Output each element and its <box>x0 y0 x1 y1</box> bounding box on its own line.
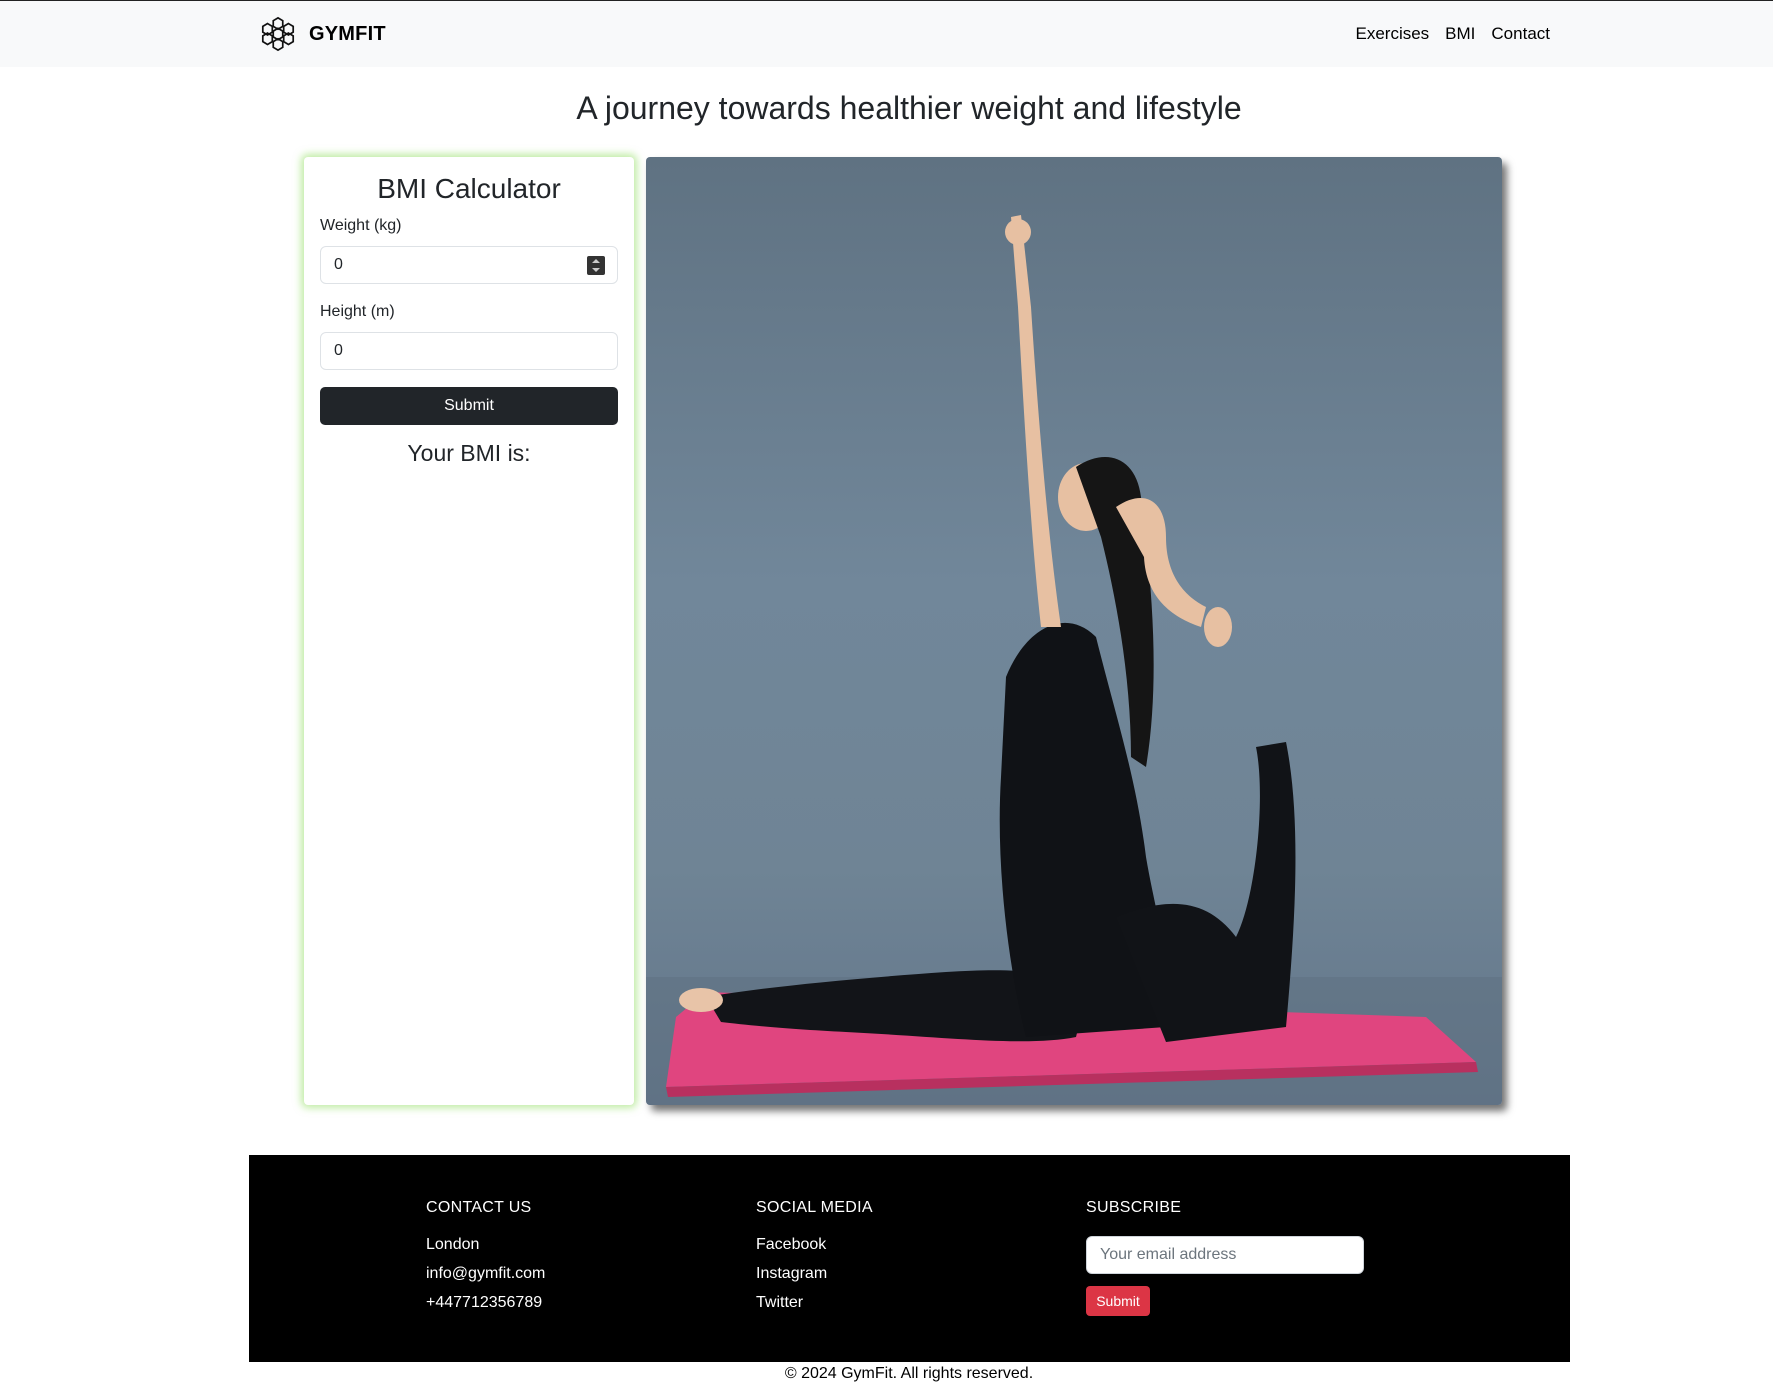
footer-contact-location: London <box>426 1236 480 1253</box>
brand-name: GYMFIT <box>309 22 386 45</box>
nav-link-bmi[interactable]: BMI <box>1445 24 1475 44</box>
weight-label: Weight (kg) <box>320 217 402 234</box>
flower-cube-logo-icon <box>261 16 295 52</box>
footer-link-instagram[interactable]: Instagram <box>756 1265 873 1284</box>
footer-contact-heading: CONTACT US <box>426 1199 532 1216</box>
footer-contact-phone[interactable]: +447712356789 <box>426 1294 545 1313</box>
page-headline: A journey towards healthier weight and l… <box>576 90 1242 126</box>
yoga-figure-illustration <box>646 215 1502 1105</box>
footer-link-facebook[interactable]: Facebook <box>756 1236 873 1255</box>
weight-input[interactable]: 0 <box>320 246 618 284</box>
weight-value: 0 <box>334 256 343 273</box>
nav-link-contact[interactable]: Contact <box>1491 24 1550 44</box>
height-input[interactable]: 0 <box>320 332 618 370</box>
yoga-photo <box>646 157 1502 1105</box>
bmi-result-label: Your BMI is: <box>407 440 531 466</box>
height-label: Height (m) <box>320 303 395 320</box>
bmi-calculator-card: BMI Calculator Weight (kg) 0 Height (m) … <box>304 157 634 1105</box>
footer-social-heading: SOCIAL MEDIA <box>756 1199 873 1216</box>
nav-link-exercises[interactable]: Exercises <box>1355 24 1429 44</box>
copyright-text: © 2024 GymFit. All rights reserved. <box>784 1365 1034 1382</box>
footer-subscribe-heading: SUBSCRIBE <box>1086 1199 1182 1216</box>
footer-contact: CONTACT US London info@gymfit.com +44771… <box>426 1199 545 1323</box>
footer: CONTACT US London info@gymfit.com +44771… <box>249 1155 1570 1362</box>
footer-link-twitter[interactable]: Twitter <box>756 1294 873 1313</box>
bmi-title: BMI Calculator <box>377 173 561 204</box>
subscribe-submit-button[interactable]: Submit <box>1086 1286 1150 1316</box>
footer-social: SOCIAL MEDIA Facebook Instagram Twitter <box>756 1199 873 1323</box>
subscribe-email-input[interactable]: Your email address <box>1086 1236 1364 1274</box>
footer-contact-email[interactable]: info@gymfit.com <box>426 1265 545 1284</box>
bmi-submit-button[interactable]: Submit <box>320 387 618 425</box>
footer-subscribe: SUBSCRIBE Your email address Submit <box>1086 1199 1364 1316</box>
navbar: GYMFIT Exercises BMI Contact <box>0 1 1773 67</box>
brand[interactable]: GYMFIT <box>259 15 386 53</box>
height-value: 0 <box>334 342 343 359</box>
number-spinner-icon[interactable] <box>587 256 605 275</box>
nav-links: Exercises BMI Contact <box>1355 24 1550 44</box>
